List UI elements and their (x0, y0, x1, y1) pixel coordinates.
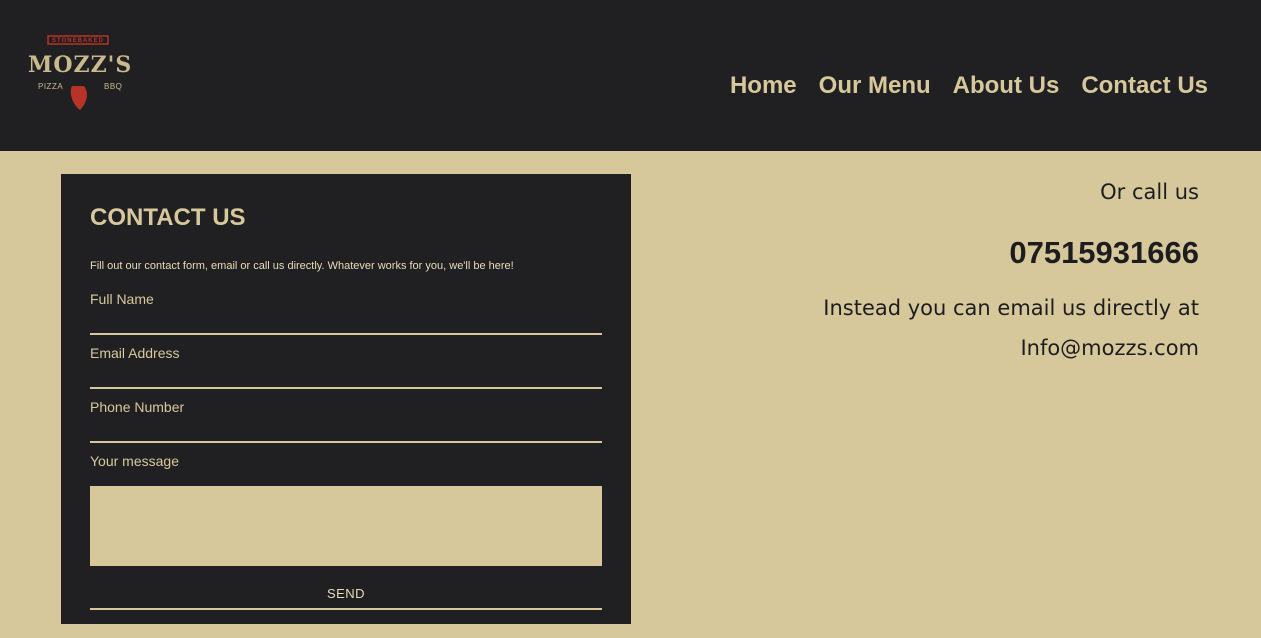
call-label: Or call us (1100, 180, 1199, 204)
logo-bbq-text: BBQ (104, 82, 123, 91)
logo-pizza-text: PIZZA (38, 82, 64, 91)
email-address[interactable]: Info@mozzs.com (1020, 336, 1199, 360)
email-input[interactable] (90, 387, 602, 389)
logo-top-text: STONEBAKED (52, 38, 104, 44)
send-button[interactable]: SEND (90, 578, 602, 610)
phone-input[interactable] (90, 441, 602, 443)
form-intro: Fill out our contact form, email or call… (90, 260, 514, 272)
nav-our-menu[interactable]: Our Menu (819, 72, 931, 100)
contact-form: CONTACT US Fill out our contact form, em… (61, 174, 631, 624)
phone-label: Phone Number (90, 399, 185, 415)
message-textarea[interactable] (90, 486, 602, 566)
mozzs-logo[interactable]: STONEBAKED MOZZ'S PIZZA BBQ (28, 30, 133, 112)
full-name-label: Full Name (90, 291, 154, 307)
phone-number[interactable]: 07515931666 (1009, 235, 1199, 271)
logo-name: MOZZ'S (28, 52, 133, 78)
nav-about-us[interactable]: About Us (953, 72, 1060, 100)
full-name-input[interactable] (90, 333, 602, 335)
nav-contact-us[interactable]: Contact Us (1081, 72, 1208, 100)
message-label: Your message (90, 453, 179, 469)
site-header: STONEBAKED MOZZ'S PIZZA BBQ Home Our Men… (0, 0, 1261, 151)
email-label: Email Address (90, 345, 180, 361)
email-instruction: Instead you can email us directly at (823, 296, 1199, 320)
nav-home[interactable]: Home (730, 72, 797, 100)
form-title: CONTACT US (90, 204, 246, 231)
main-nav: Home Our Menu About Us Contact Us (730, 72, 1208, 100)
